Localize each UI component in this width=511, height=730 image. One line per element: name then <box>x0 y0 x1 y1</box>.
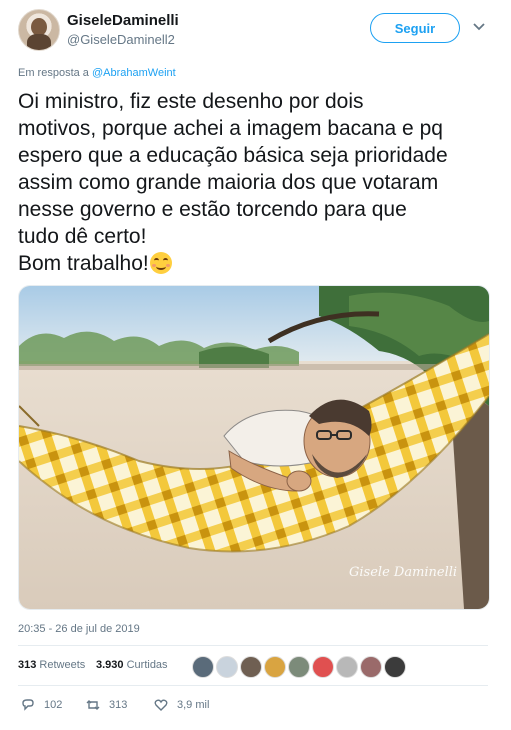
liker-avatar[interactable] <box>336 656 358 678</box>
retweet-icon <box>86 700 100 710</box>
liker-avatar[interactable] <box>216 656 238 678</box>
divider <box>18 645 488 646</box>
retweets-action-count: 313 <box>109 699 128 711</box>
liker-avatar[interactable] <box>312 656 334 678</box>
artist-signature: Gisele Daminelli <box>349 565 457 580</box>
liker-avatar[interactable] <box>264 656 286 678</box>
reply-mention-link[interactable]: @AbrahamWeint <box>92 67 176 79</box>
reply-context: Em resposta a @AbrahamWeint <box>18 67 176 79</box>
chevron-down-icon[interactable] <box>470 20 488 34</box>
liker-avatar[interactable] <box>240 656 262 678</box>
reply-action[interactable]: 102 <box>20 697 62 713</box>
likes-stat[interactable]: 3.930 Curtidas <box>96 659 168 671</box>
divider <box>18 685 488 686</box>
tweet-text: Oi ministro, fiz este desenho por dois m… <box>18 88 498 277</box>
liker-avatar[interactable] <box>360 656 382 678</box>
likes-action-count: 3,9 mil <box>177 699 210 711</box>
hammock-drawing: Gisele Daminelli <box>19 286 489 609</box>
tweet-body: Oi ministro, fiz este desenho por dois m… <box>18 90 448 275</box>
likes-count: 3.930 <box>96 659 124 671</box>
liker-avatar[interactable] <box>384 656 406 678</box>
retweet-action[interactable]: 313 <box>85 697 127 713</box>
follow-button[interactable]: Seguir <box>370 13 460 43</box>
reply-prefix: Em resposta a <box>18 67 92 79</box>
smiling-face-icon <box>149 252 172 274</box>
replies-count: 102 <box>44 699 63 711</box>
retweets-count: 313 <box>18 659 37 671</box>
avatar[interactable] <box>18 9 60 51</box>
liker-avatar[interactable] <box>288 656 310 678</box>
heart-icon <box>154 699 168 711</box>
display-name[interactable]: GiseleDaminelli <box>67 12 179 29</box>
tweet-timestamp[interactable]: 20:35 - 26 de jul de 2019 <box>18 623 140 635</box>
reply-icon <box>22 699 34 711</box>
user-handle[interactable]: @GiseleDaminell2 <box>67 32 175 47</box>
retweets-label: Retweets <box>39 659 86 671</box>
liker-avatar[interactable] <box>192 656 214 678</box>
like-action[interactable]: 3,9 mil <box>153 697 209 713</box>
tweet-image[interactable]: Gisele Daminelli <box>18 285 490 610</box>
retweets-stat[interactable]: 313 Retweets <box>18 659 85 671</box>
likes-label: Curtidas <box>126 659 168 671</box>
